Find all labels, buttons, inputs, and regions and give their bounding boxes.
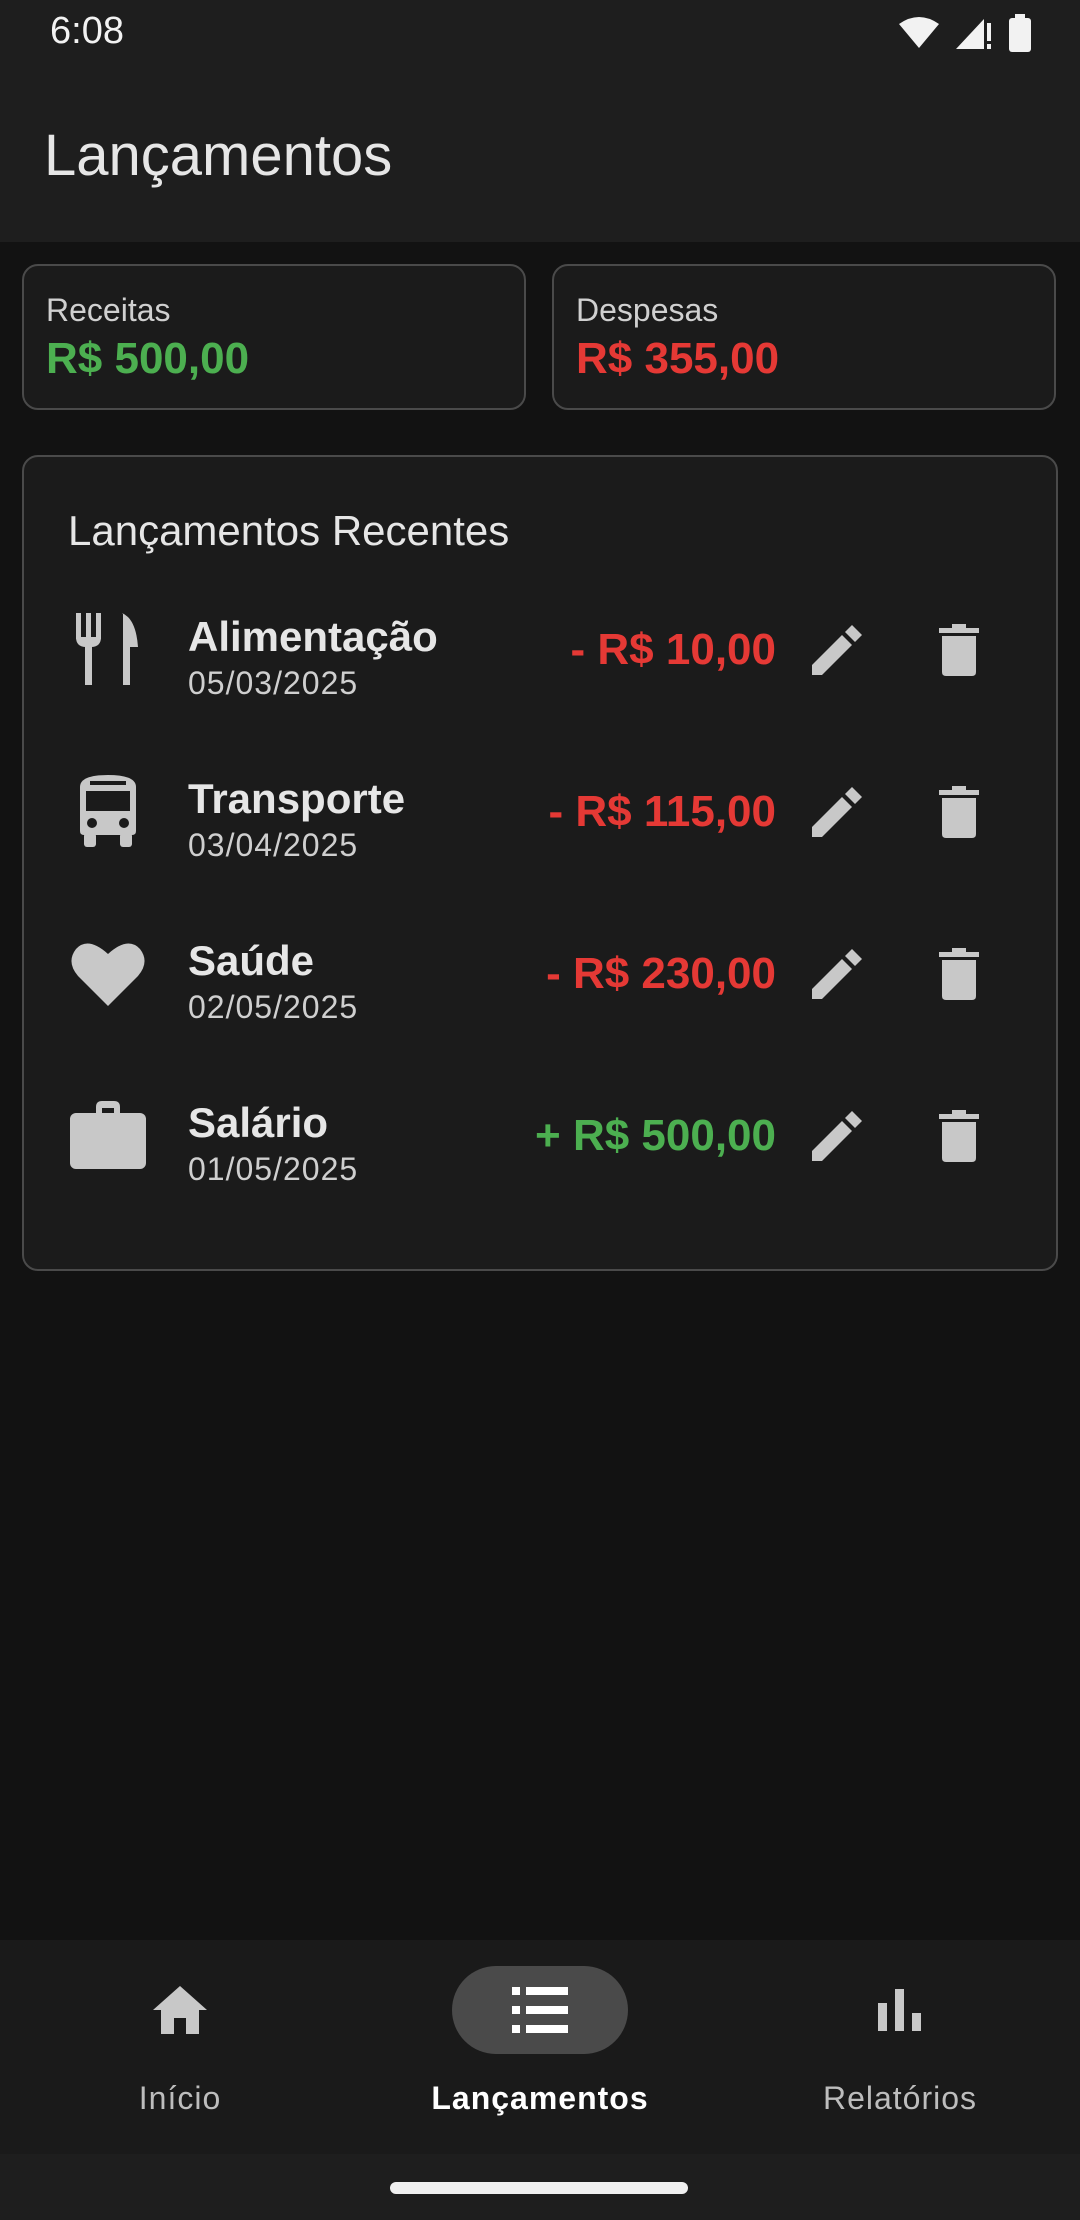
recent-transactions-title: Lançamentos Recentes bbox=[68, 507, 510, 554]
income-value: R$ 500,00 bbox=[46, 334, 250, 383]
edit-button[interactable] bbox=[804, 1103, 870, 1169]
battery-icon bbox=[1009, 14, 1031, 52]
expenses-label: Despesas bbox=[576, 292, 719, 328]
nav-label: Lançamentos bbox=[431, 2080, 649, 2116]
delete-button[interactable] bbox=[926, 941, 992, 1007]
pencil-icon bbox=[812, 1111, 862, 1161]
transaction-date: 03/04/2025 bbox=[188, 827, 359, 863]
trash-icon bbox=[939, 948, 979, 1000]
nav-item-inicio[interactable]: Início bbox=[0, 1940, 360, 2154]
pencil-icon bbox=[812, 787, 862, 837]
transaction-amount: - R$ 10,00 bbox=[570, 625, 776, 674]
bottom-navigation: Início Lançamentos Relatórios bbox=[0, 1940, 1080, 2154]
transaction-row[interactable]: Salário 01/05/2025 + R$ 500,00 bbox=[24, 1065, 1060, 1205]
transaction-name: Saúde bbox=[188, 937, 315, 984]
expenses-summary-card: Despesas R$ 355,00 bbox=[552, 264, 1056, 410]
recent-transactions-card: Lançamentos Recentes Alimentação 05/03/2… bbox=[22, 455, 1058, 1271]
heart-icon bbox=[68, 933, 148, 1013]
transaction-row[interactable]: Alimentação 05/03/2025 - R$ 10,00 bbox=[24, 579, 1060, 719]
list-icon bbox=[452, 1966, 628, 2054]
home-icon bbox=[92, 1966, 268, 2054]
status-time: 6:08 bbox=[50, 10, 124, 52]
edit-button[interactable] bbox=[804, 941, 870, 1007]
gesture-handle[interactable] bbox=[390, 2182, 688, 2194]
trash-icon bbox=[939, 624, 979, 676]
wifi-icon bbox=[899, 17, 939, 48]
delete-button[interactable] bbox=[926, 1103, 992, 1169]
income-label: Receitas bbox=[46, 292, 171, 328]
delete-button[interactable] bbox=[926, 617, 992, 683]
page-title: Lançamentos bbox=[44, 123, 393, 188]
transaction-amount: - R$ 230,00 bbox=[546, 949, 776, 998]
transaction-amount: - R$ 115,00 bbox=[548, 787, 777, 836]
income-summary-card: Receitas R$ 500,00 bbox=[22, 264, 526, 410]
transaction-row[interactable]: Transporte 03/04/2025 - R$ 115,00 bbox=[24, 741, 1060, 881]
nav-label: Relatórios bbox=[822, 2080, 978, 2116]
status-bar: 6:08 bbox=[0, 0, 1080, 66]
nav-item-relatorios[interactable]: Relatórios bbox=[720, 1940, 1080, 2154]
transaction-name: Transporte bbox=[188, 775, 406, 822]
edit-button[interactable] bbox=[804, 617, 870, 683]
bar-chart-icon bbox=[812, 1966, 988, 2054]
pencil-icon bbox=[812, 625, 862, 675]
nav-item-lancamentos[interactable]: Lançamentos bbox=[360, 1940, 720, 2154]
delete-button[interactable] bbox=[926, 779, 992, 845]
transaction-row[interactable]: Saúde 02/05/2025 - R$ 230,00 bbox=[24, 903, 1060, 1043]
signal-icon bbox=[956, 19, 991, 49]
briefcase-icon bbox=[68, 1095, 148, 1175]
gesture-bar bbox=[0, 2154, 1080, 2220]
pencil-icon bbox=[812, 949, 862, 999]
transaction-name: Alimentação bbox=[188, 613, 438, 660]
trash-icon bbox=[939, 786, 979, 838]
restaurant-icon bbox=[68, 609, 148, 689]
status-icons bbox=[898, 14, 1032, 52]
edit-button[interactable] bbox=[804, 779, 870, 845]
top-app-bar: Lançamentos bbox=[0, 66, 1080, 242]
expenses-value: R$ 355,00 bbox=[576, 334, 780, 383]
transaction-name: Salário bbox=[188, 1099, 329, 1146]
bus-icon bbox=[68, 771, 148, 851]
trash-icon bbox=[939, 1110, 979, 1162]
transaction-amount: + R$ 500,00 bbox=[535, 1111, 776, 1160]
nav-label: Início bbox=[138, 2080, 222, 2116]
transaction-date: 01/05/2025 bbox=[188, 1151, 359, 1187]
transaction-date: 02/05/2025 bbox=[188, 989, 359, 1025]
transaction-date: 05/03/2025 bbox=[188, 665, 359, 701]
